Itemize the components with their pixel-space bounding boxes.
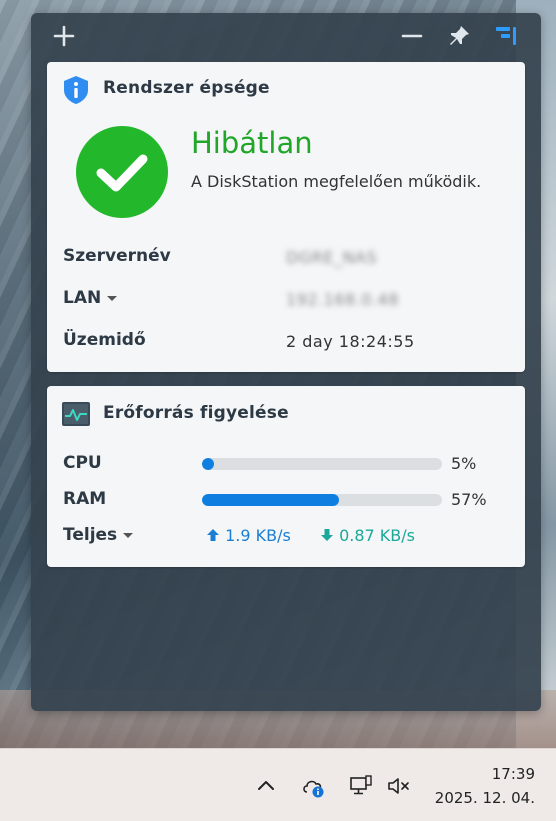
uptime-value: 2 day 18:24:55 — [286, 332, 415, 351]
lan-label: LAN — [63, 288, 102, 308]
server-name-label: Szervernév — [63, 246, 171, 266]
volume-muted-icon[interactable] — [386, 774, 410, 798]
server-name-value: DGRE_NAS — [286, 248, 378, 267]
chevron-up-icon[interactable] — [254, 774, 278, 798]
widget-toolbar — [31, 13, 541, 59]
clock-date[interactable]: 2025. 12. 04. — [435, 789, 535, 807]
dock-panel-icon[interactable] — [494, 24, 518, 48]
cpu-percent: 5% — [451, 454, 477, 473]
network-icon[interactable] — [349, 774, 373, 798]
system-health-title: Rendszer épsége — [103, 78, 270, 98]
download-speed-value: 0.87 KB/s — [339, 526, 415, 545]
pin-icon[interactable] — [447, 24, 471, 48]
lan-ip-value: 192.168.0.48 — [286, 290, 399, 309]
cloud-info-icon[interactable] — [301, 774, 325, 798]
info-shield-icon — [64, 76, 88, 104]
resource-monitor-card: Erőforrás figyelése CPU 5% RAM 57% Telje… — [47, 386, 525, 567]
activity-monitor-icon — [62, 402, 90, 426]
cpu-label: CPU — [63, 453, 102, 473]
add-icon[interactable] — [52, 24, 76, 48]
uptime-label: Üzemidő — [63, 330, 146, 350]
lan-dropdown[interactable]: LAN — [63, 288, 118, 308]
cpu-usage-bar — [202, 458, 442, 470]
ram-usage-fill — [202, 494, 339, 506]
health-description: A DiskStation megfelelően működik. — [191, 172, 482, 191]
resource-monitor-title: Erőforrás figyelése — [103, 403, 289, 423]
total-label: Teljes — [63, 525, 118, 545]
download-speed: 0.87 KB/s — [320, 526, 415, 545]
status-ok-icon — [76, 126, 168, 218]
ram-percent: 57% — [451, 490, 487, 509]
caret-down-icon — [107, 295, 118, 301]
taskbar: 17:39 2025. 12. 04. — [0, 748, 556, 821]
cpu-usage-fill — [202, 458, 214, 470]
health-status: Hibátlan — [191, 126, 313, 160]
clock-time[interactable]: 17:39 — [492, 765, 535, 783]
upload-speed-value: 1.9 KB/s — [225, 526, 291, 545]
ram-label: RAM — [63, 489, 107, 509]
minimize-icon[interactable] — [400, 24, 424, 48]
system-health-card: Rendszer épsége Hibátlan A DiskStation m… — [47, 62, 525, 372]
download-arrow-icon — [321, 529, 333, 541]
caret-down-icon — [123, 532, 134, 538]
ram-usage-bar — [202, 494, 442, 506]
upload-arrow-icon — [207, 529, 219, 541]
widget-panel: Rendszer épsége Hibátlan A DiskStation m… — [31, 13, 541, 711]
total-dropdown[interactable]: Teljes — [63, 525, 134, 545]
upload-speed: 1.9 KB/s — [206, 526, 291, 545]
